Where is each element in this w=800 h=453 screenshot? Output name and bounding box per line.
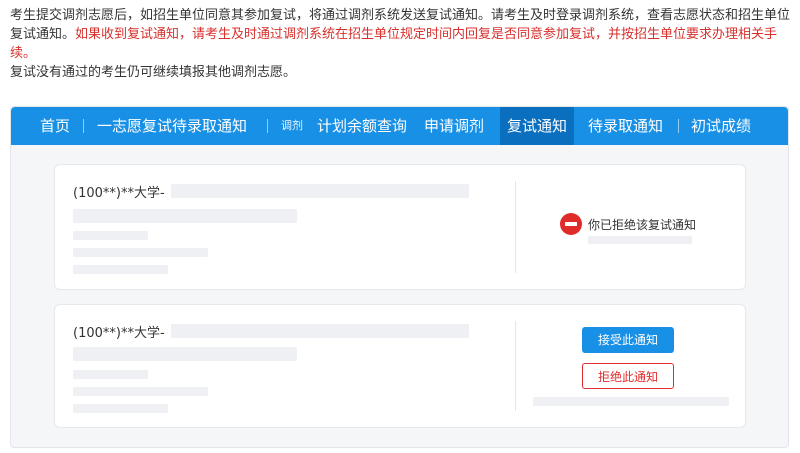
- notice-line1-red: 如果收到复试通知，请考生及时通过调剂系统在招生单位规定时间内回复是否同意参加复试…: [10, 27, 778, 61]
- nav-separator: [678, 119, 679, 133]
- card-divider: [515, 181, 516, 273]
- minus-circle-icon: [560, 213, 582, 235]
- nav-initial-score[interactable]: 初试成绩: [691, 107, 751, 145]
- redacted-text: [171, 184, 469, 198]
- reject-notice-button[interactable]: 拒绝此通知: [582, 363, 674, 389]
- redacted-text: [533, 397, 729, 406]
- nav-separator: [267, 119, 268, 133]
- reject-status: 你已拒绝该复试通知: [560, 213, 696, 235]
- redacted-text: [588, 236, 692, 244]
- notice-card: (100**)**大学- 你已拒绝该复试通知: [54, 164, 746, 290]
- redacted-text: [73, 370, 148, 379]
- redacted-text: [73, 248, 208, 257]
- nav-adjust-label[interactable]: 调剂: [281, 107, 303, 145]
- top-nav: 首页 一志愿复试待录取通知 调剂 计划余额查询 申请调剂 复试通知 待录取通知 …: [11, 107, 788, 145]
- nav-separator: [83, 119, 84, 133]
- school-name: (100**)**大学-: [73, 186, 165, 201]
- nav-home[interactable]: 首页: [40, 107, 70, 145]
- redacted-text: [73, 265, 168, 274]
- redacted-text: [73, 231, 148, 240]
- card-divider: [515, 321, 516, 411]
- nav-plan-balance[interactable]: 计划余额查询: [317, 107, 407, 145]
- redacted-text: [171, 324, 469, 338]
- nav-retest-notice[interactable]: 复试通知: [500, 107, 575, 145]
- redacted-text: [73, 387, 208, 396]
- school-name: (100**)**大学-: [73, 326, 165, 341]
- nav-pending-admission[interactable]: 待录取通知: [588, 107, 663, 145]
- notice-text: 考生提交调剂志愿后，如招生单位同意其参加复试，将通过调剂系统发送复试通知。请考生…: [10, 6, 790, 82]
- redacted-text: [73, 347, 297, 361]
- redacted-text: [73, 209, 297, 223]
- notice-line2: 复试没有通过的考生仍可继续填报其他调剂志愿。: [10, 65, 297, 80]
- reject-status-text: 你已拒绝该复试通知: [588, 217, 697, 232]
- notification-panel: 首页 一志愿复试待录取通知 调剂 计划余额查询 申请调剂 复试通知 待录取通知 …: [10, 106, 789, 448]
- notice-card: (100**)**大学- 接受此通知 拒绝此通知: [54, 304, 746, 428]
- nav-apply-adjust[interactable]: 申请调剂: [424, 107, 484, 145]
- nav-first-choice-notice[interactable]: 一志愿复试待录取通知: [97, 107, 247, 145]
- redacted-text: [73, 404, 168, 413]
- accept-notice-button[interactable]: 接受此通知: [582, 327, 674, 353]
